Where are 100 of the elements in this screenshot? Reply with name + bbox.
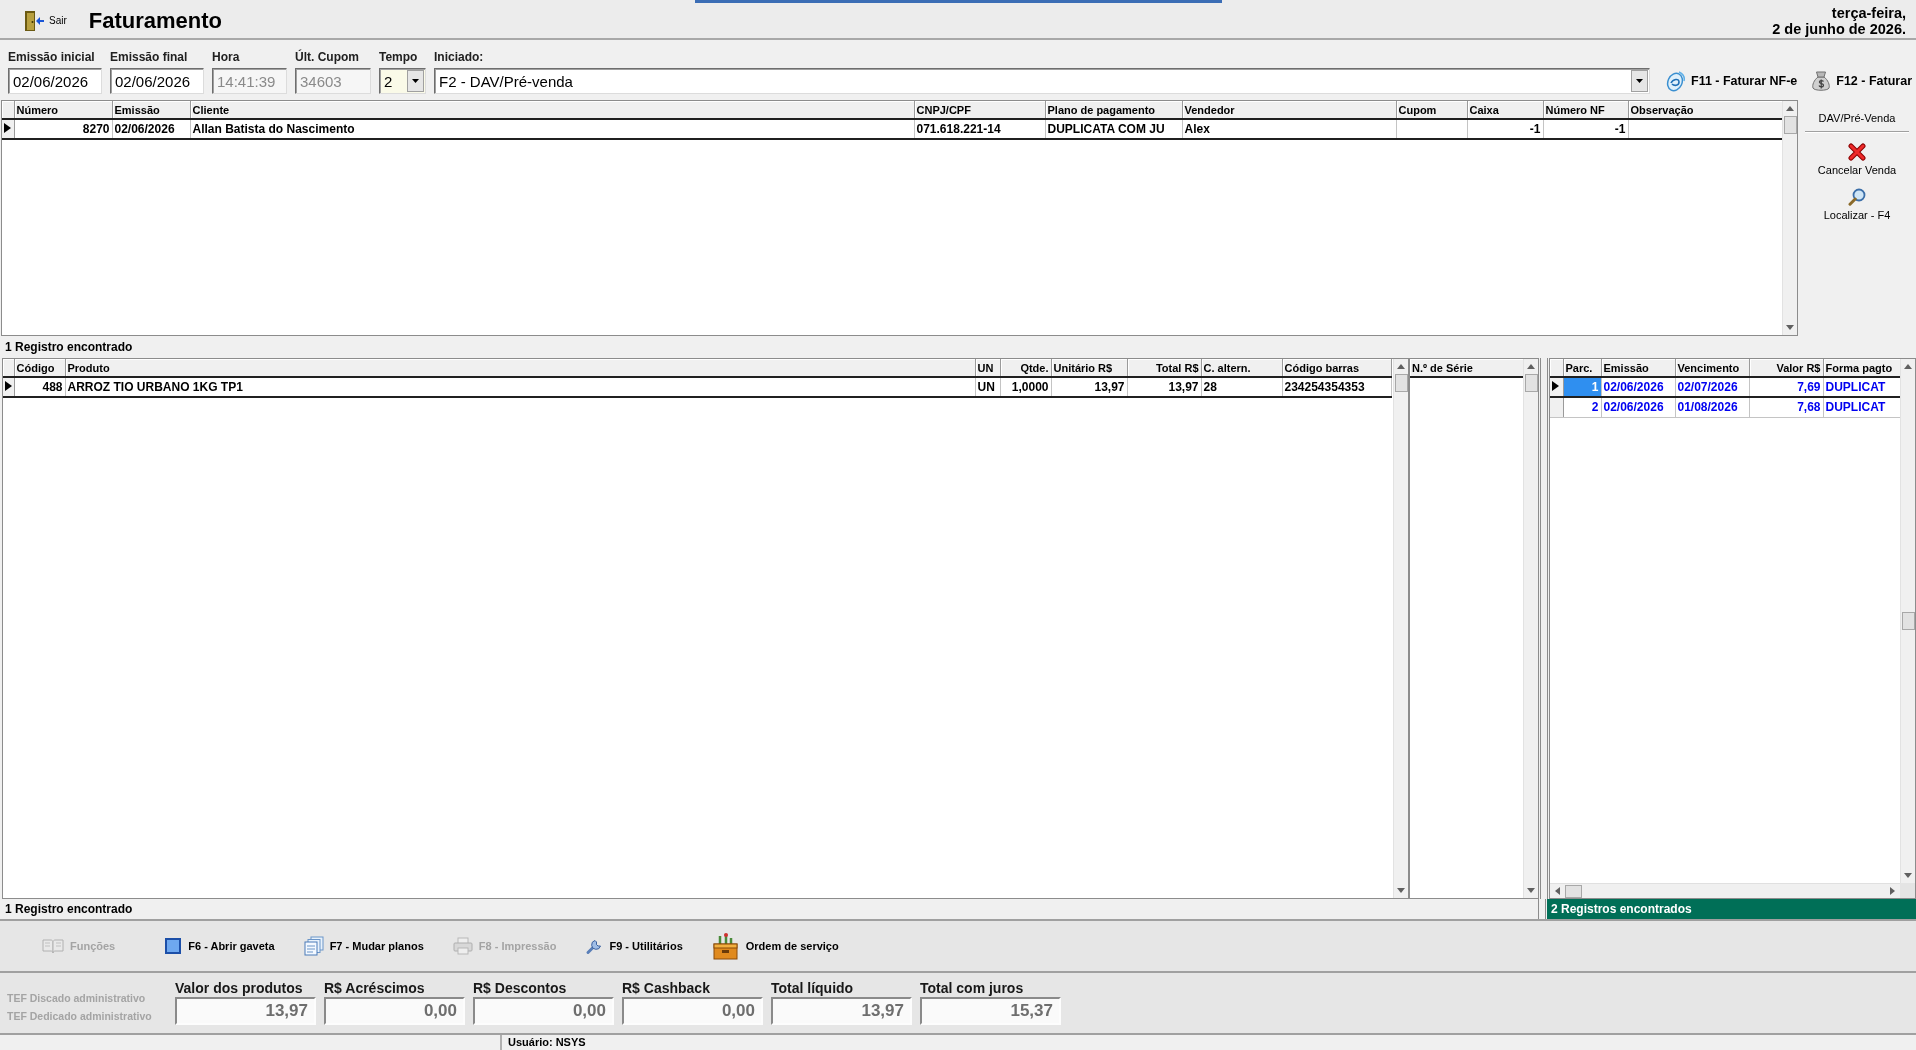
scroll-thumb[interactable] [1524, 374, 1538, 392]
documents-icon [303, 936, 324, 956]
column-header: Cupom [1396, 101, 1467, 119]
exit-button[interactable]: Sair [20, 6, 71, 35]
field-label: Hora [212, 50, 241, 64]
field-label: Últ. Cupom [295, 50, 360, 64]
amount-field[interactable]: 0,00 [622, 997, 763, 1025]
column-header: UN [975, 359, 1000, 377]
column-header: Forma pagto [1823, 359, 1900, 377]
column-header: Vencimento [1675, 359, 1749, 377]
amount-field[interactable]: 13,97 [771, 997, 912, 1025]
table-cell: 7,68 [1749, 397, 1823, 417]
vertical-scrollbar[interactable] [1393, 359, 1408, 898]
amount-field[interactable]: 15,37 [920, 997, 1061, 1025]
table-cell: 28 [1201, 377, 1282, 397]
combo-box[interactable]: F2 - DAV/Pré-venda [434, 68, 1650, 94]
search-button[interactable]: Localizar - F4 [1819, 186, 1895, 223]
amount-field[interactable]: 13,97 [175, 997, 316, 1025]
scrollbar-corner [1900, 883, 1915, 898]
framed-square-icon [164, 937, 183, 955]
scroll-down-icon[interactable] [1397, 888, 1405, 893]
field-label: Tempo [379, 50, 419, 64]
scroll-thumb[interactable] [1901, 612, 1915, 630]
column-header: Caixa [1467, 101, 1543, 119]
splitter-bar[interactable] [1538, 899, 1546, 919]
amount-field[interactable]: 0,00 [324, 997, 465, 1025]
column-header: Emissão [112, 101, 190, 119]
service-order-button[interactable]: Ordem de serviço [709, 930, 841, 962]
table-cell: 8270 [14, 119, 112, 139]
column-header: Vendedor [1182, 101, 1396, 119]
column-header: Observação [1628, 101, 1782, 119]
current-row-icon [1552, 381, 1559, 391]
scroll-down-icon[interactable] [1786, 325, 1794, 330]
scroll-thumb[interactable] [1394, 374, 1408, 392]
table-cell: 13,97 [1051, 377, 1127, 397]
scroll-thumb[interactable] [1783, 116, 1797, 134]
select-field[interactable]: 2 [379, 68, 426, 94]
vertical-scrollbar[interactable] [1782, 101, 1797, 335]
date-field[interactable]: 02/06/2026 [110, 68, 204, 94]
amount-field[interactable]: 0,00 [473, 997, 614, 1025]
scroll-right-icon[interactable] [1890, 887, 1895, 895]
table-cell: 02/07/2026 [1675, 377, 1749, 397]
book-icon [42, 938, 64, 954]
column-header: Plano de pagamento [1045, 101, 1182, 119]
record-count: 1 Registro encontrado [4, 901, 134, 918]
wrench-icon [585, 937, 604, 955]
column-header: Número NF [1543, 101, 1628, 119]
cross-icon [1848, 143, 1866, 161]
scroll-down-icon[interactable] [1904, 873, 1912, 878]
record-count-bar: 2 Registros encontrados [1547, 899, 1916, 919]
horizontal-scrollbar[interactable] [1550, 883, 1900, 898]
table-cell: 7,69 [1749, 377, 1823, 397]
column-header: Unitário R$ [1051, 359, 1127, 377]
table-cell: ARROZ TIO URBANO 1KG TP1 [65, 377, 975, 397]
total-label: Total com juros [920, 980, 1025, 997]
scroll-up-icon[interactable] [1527, 364, 1535, 369]
table-cell: 234254354353 [1282, 377, 1391, 397]
total-label: R$ Acréscimos [324, 980, 426, 997]
column-header: C. altern. [1201, 359, 1282, 377]
total-label: Total líquido [771, 980, 855, 997]
table-cell: 488 [14, 377, 65, 397]
issue-nfe-button[interactable]: F11 - Faturar NF-e [1664, 70, 1798, 92]
column-header: N.º de Série [1410, 359, 1523, 377]
table-cell: 13,97 [1127, 377, 1201, 397]
vertical-scrollbar[interactable] [1523, 359, 1538, 898]
table-cell: 02/06/2026 [1601, 397, 1675, 417]
field-label: Emissão inicial [8, 50, 96, 64]
scroll-down-icon[interactable] [1527, 888, 1535, 893]
invoice-button[interactable]: F12 - Faturar [1811, 70, 1912, 92]
scroll-up-icon[interactable] [1786, 106, 1794, 111]
column-header: Cliente [190, 101, 914, 119]
table-cell: 2 [1563, 397, 1601, 417]
column-header: Qtde. [1000, 359, 1051, 377]
page-title: Faturamento [88, 7, 223, 34]
current-row-icon [4, 123, 11, 133]
vertical-scrollbar[interactable] [1900, 359, 1915, 883]
record-count: 1 Registro encontrado [4, 339, 134, 356]
change-plans-button[interactable]: F7 - Mudar planos [301, 934, 426, 958]
cancel-sale-button[interactable]: Cancelar Venda [1813, 141, 1901, 178]
column-header: Emissão [1601, 359, 1675, 377]
column-header: Valor R$ [1749, 359, 1823, 377]
scroll-left-icon[interactable] [1555, 887, 1560, 895]
table-cell: UN [975, 377, 1000, 397]
utilities-button[interactable]: F9 - Utilitários [583, 935, 685, 957]
table-cell: 02/06/2026 [1601, 377, 1675, 397]
total-label: Valor dos produtos [175, 980, 304, 997]
user-status: Usuário: NSYS [507, 1035, 586, 1050]
date-field[interactable]: 02/06/2026 [8, 68, 102, 94]
scroll-thumb[interactable] [1565, 884, 1582, 898]
column-header: Código [14, 359, 65, 377]
printer-icon [452, 937, 473, 955]
column-header: Total R$ [1127, 359, 1201, 377]
total-label: R$ Descontos [473, 980, 568, 997]
column-header: Número [14, 101, 112, 119]
open-drawer-button[interactable]: F6 - Abrir gaveta [162, 935, 277, 957]
scroll-up-icon[interactable] [1397, 364, 1405, 369]
money-bag-icon [1811, 70, 1832, 92]
table-cell: 071.618.221-14 [914, 119, 1045, 139]
total-label: R$ Cashback [622, 980, 711, 997]
scroll-up-icon[interactable] [1904, 364, 1912, 369]
